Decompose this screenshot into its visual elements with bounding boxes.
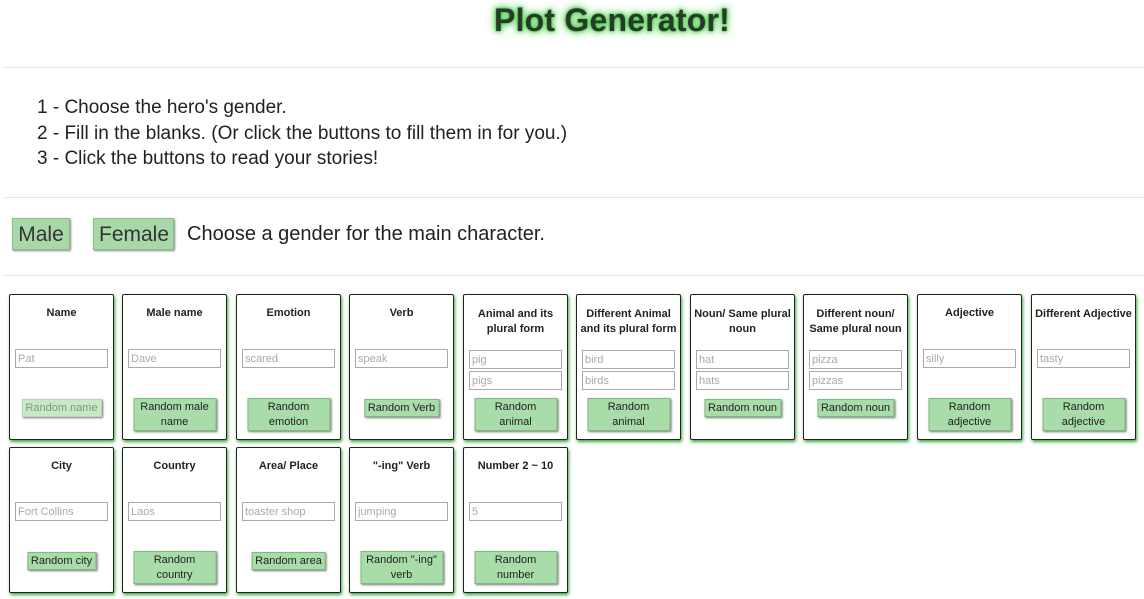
random-button[interactable]: Random male name	[133, 398, 216, 431]
random-button[interactable]: Random "-ing" verb	[360, 551, 443, 584]
male-button[interactable]: Male	[12, 218, 70, 250]
word-input[interactable]	[15, 502, 108, 521]
word-card: City Random city	[9, 447, 114, 593]
card-label: Country	[153, 460, 196, 472]
word-card: Male name Random male name	[122, 294, 227, 440]
card-label: Area/ Place	[258, 460, 319, 472]
card-label: Adjective	[945, 307, 994, 319]
card-label: Name	[46, 307, 77, 319]
word-input[interactable]	[1037, 349, 1130, 368]
word-input[interactable]	[355, 349, 448, 368]
word-input[interactable]	[469, 502, 562, 521]
word-input[interactable]	[128, 349, 221, 368]
word-input[interactable]	[242, 502, 335, 521]
plural-input[interactable]	[809, 371, 902, 390]
plural-input[interactable]	[696, 371, 789, 390]
word-card: Area/ Place Random area	[236, 447, 341, 593]
word-card: Different noun/ Same plural noun Random n…	[803, 294, 908, 440]
random-button[interactable]: Random adjective	[928, 398, 1011, 431]
instruction-step: 3 - Click the buttons to read your stori…	[37, 148, 379, 169]
page-title: Plot Generator!	[494, 2, 730, 38]
random-button[interactable]: Random emotion	[247, 398, 330, 431]
random-button[interactable]: Random country	[133, 551, 216, 584]
plural-input[interactable]	[582, 371, 675, 390]
word-input[interactable]	[355, 502, 448, 521]
word-input[interactable]	[469, 350, 562, 369]
card-label: Male name	[146, 307, 203, 319]
random-button[interactable]: Random adjective	[1042, 398, 1125, 431]
card-label: "-ing" Verb	[372, 460, 431, 472]
word-card: Adjective Random adjective	[917, 294, 1022, 440]
random-button[interactable]: Random Verb	[363, 399, 440, 417]
card-label: Different Adjective	[1035, 308, 1132, 320]
gender-hint: Choose a gender for the main character.	[187, 223, 545, 245]
random-button[interactable]: Random noun	[816, 399, 895, 417]
word-card: Name Random name	[9, 294, 114, 440]
random-button[interactable]: Random noun	[703, 399, 782, 417]
divider	[4, 197, 1144, 198]
word-input[interactable]	[128, 502, 221, 521]
word-input[interactable]	[809, 350, 902, 369]
random-button[interactable]: Random area	[251, 552, 326, 570]
card-label: Noun/ Same plural noun	[694, 308, 791, 335]
instruction-step: 2 - Fill in the blanks. (Or click the bu…	[37, 122, 568, 144]
card-label: Number 2 ~ 10	[477, 460, 554, 472]
random-button[interactable]: Random city	[26, 552, 97, 570]
word-input[interactable]	[582, 350, 675, 369]
divider	[4, 67, 1144, 68]
card-label: Different noun/ Same plural noun	[809, 308, 902, 335]
random-button[interactable]: Random number	[474, 551, 557, 584]
word-input[interactable]	[923, 349, 1016, 368]
word-card: Noun/ Same plural noun Random noun	[690, 294, 795, 440]
word-card: Emotion Random emotion	[236, 294, 341, 440]
plural-input[interactable]	[469, 371, 562, 390]
word-card: "-ing" Verb Random "-ing" verb	[349, 447, 454, 593]
word-card: Animal and its plural form Random animal	[463, 294, 568, 440]
word-card: Verb Random Verb	[349, 294, 454, 440]
random-button[interactable]: Random animal	[587, 398, 670, 431]
divider	[4, 275, 1144, 276]
word-card: Different Adjective Random adjective	[1031, 294, 1136, 440]
instructions: 1 - Choose the hero's gender. 2 - Fill i…	[37, 95, 567, 172]
card-label: Different Animal and its plural form	[580, 308, 677, 335]
card-label: Verb	[389, 307, 414, 319]
random-button[interactable]: Random animal	[474, 398, 557, 431]
female-button[interactable]: Female	[93, 218, 174, 250]
card-label: Animal and its plural form	[477, 308, 554, 335]
word-card: Country Random country	[122, 447, 227, 593]
word-input[interactable]	[15, 349, 108, 368]
word-input[interactable]	[242, 349, 335, 368]
word-card: Number 2 ~ 10 Random number	[463, 447, 568, 593]
card-label: City	[51, 460, 72, 472]
word-card: Different Animal and its plural form Rand…	[576, 294, 681, 440]
random-button[interactable]: Random name	[21, 399, 102, 417]
card-label: Emotion	[266, 307, 311, 319]
instruction-step: 1 - Choose the hero's gender.	[37, 97, 287, 118]
word-input[interactable]	[696, 350, 789, 369]
